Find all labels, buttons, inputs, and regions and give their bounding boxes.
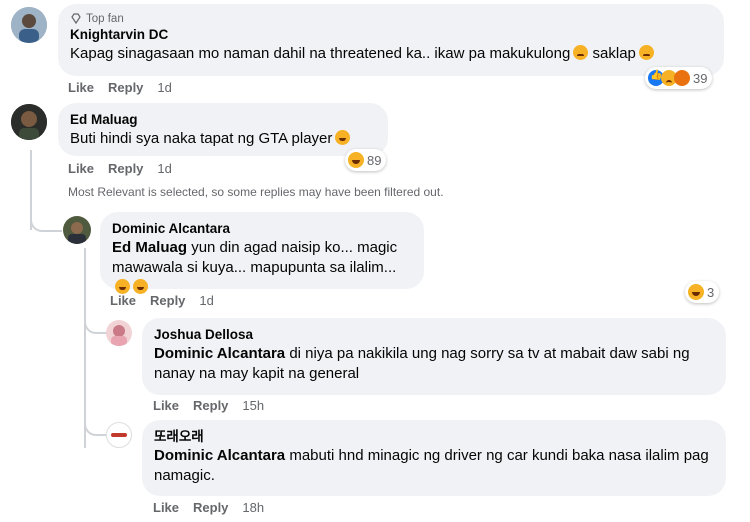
avatar[interactable] bbox=[106, 320, 132, 346]
avatar[interactable] bbox=[106, 422, 132, 448]
reaction-count: 39 bbox=[693, 70, 708, 86]
timestamp[interactable]: 18h bbox=[242, 500, 264, 515]
avatar[interactable] bbox=[11, 104, 47, 140]
reply-bubble: 또래오래 Dominic Alcantara mabuti hnd minagi… bbox=[142, 420, 726, 496]
diamond-icon bbox=[71, 13, 81, 25]
haha-reaction-icon bbox=[348, 152, 364, 168]
comment-bubble: Ed Maluag Buti hindi sya naka tapat ng G… bbox=[58, 103, 388, 156]
timestamp[interactable]: 15h bbox=[242, 398, 264, 413]
mention-link[interactable]: Dominic Alcantara bbox=[154, 345, 285, 362]
comment-bubble: Top fan Knightarvin DC Kapag sinagasaan … bbox=[58, 4, 724, 76]
sad-emoji-icon bbox=[638, 45, 654, 60]
avatar-photo-icon bbox=[106, 320, 132, 346]
reaction-summary[interactable]: 39 bbox=[645, 67, 713, 89]
like-button[interactable]: Like bbox=[153, 500, 179, 515]
comment-text-body: Buti hindi sya naka tapat ng GTA player bbox=[70, 130, 333, 147]
thread-connector bbox=[84, 318, 106, 334]
timestamp[interactable]: 1d bbox=[157, 161, 171, 176]
laughing-emoji-icon bbox=[335, 130, 351, 145]
reply-actions: Like Reply 18h bbox=[153, 500, 264, 515]
comment-text-body: Kapag sinagasaan mo naman dahil na threa… bbox=[70, 45, 571, 62]
like-button[interactable]: Like bbox=[153, 398, 179, 413]
reply-bubble: Joshua Dellosa Dominic Alcantara di niya… bbox=[142, 318, 726, 395]
reply-author[interactable]: Joshua Dellosa bbox=[154, 326, 714, 344]
badge-label: Top fan bbox=[86, 13, 124, 25]
mention-link[interactable]: Ed Maluag bbox=[112, 239, 187, 256]
reply-button[interactable]: Reply bbox=[193, 398, 228, 413]
reply-button[interactable]: Reply bbox=[150, 293, 185, 308]
laughing-emoji-icon bbox=[115, 279, 130, 294]
comment-author[interactable]: Ed Maluag bbox=[70, 111, 376, 129]
rofl-emoji-icon bbox=[133, 279, 148, 294]
avatar[interactable] bbox=[63, 216, 91, 244]
reply-button[interactable]: Reply bbox=[108, 80, 143, 95]
timestamp[interactable]: 1d bbox=[157, 80, 171, 95]
reply-text: Dominic Alcantara mabuti hnd minagic ng … bbox=[154, 446, 714, 486]
avatar-photo-icon bbox=[11, 104, 47, 140]
reply-author[interactable]: 또래오래 bbox=[154, 428, 714, 446]
mention-link[interactable]: Dominic Alcantara bbox=[154, 447, 285, 464]
reaction-summary[interactable]: 3 bbox=[685, 281, 720, 303]
reaction-count: 89 bbox=[367, 152, 382, 168]
like-button[interactable]: Like bbox=[68, 161, 94, 176]
haha-reaction-icon bbox=[688, 284, 704, 300]
sad-emoji-icon bbox=[573, 45, 589, 60]
filter-notice: Most Relevant is selected, so some repli… bbox=[68, 185, 444, 199]
thread-connector bbox=[84, 420, 106, 436]
comment-actions: Like Reply 1d bbox=[68, 161, 172, 176]
thread-line bbox=[84, 248, 86, 448]
reply-button[interactable]: Reply bbox=[108, 161, 143, 176]
brand-logo-icon bbox=[111, 433, 127, 437]
comment-author[interactable]: Knightarvin DC bbox=[70, 26, 712, 44]
reaction-count: 3 bbox=[707, 284, 715, 300]
reply-bubble: Dominic Alcantara Ed Maluag yun din agad… bbox=[100, 212, 424, 294]
reply-author[interactable]: Dominic Alcantara bbox=[112, 220, 412, 238]
reply-text: Ed Maluag yun din agad naisip ko... magi… bbox=[112, 238, 412, 298]
reply-text: Dominic Alcantara di niya pa nakikila un… bbox=[154, 344, 714, 384]
comment-actions: Like Reply 1d bbox=[68, 80, 172, 95]
comment-text: Kapag sinagasaan mo naman dahil na threa… bbox=[70, 44, 712, 64]
reply-button[interactable]: Reply bbox=[193, 500, 228, 515]
thread-connector bbox=[30, 206, 62, 232]
reaction-summary[interactable]: 89 bbox=[345, 149, 387, 171]
timestamp[interactable]: 1d bbox=[199, 293, 213, 308]
avatar[interactable] bbox=[11, 7, 47, 43]
like-button[interactable]: Like bbox=[68, 80, 94, 95]
comment-text-tail: saklap bbox=[592, 45, 636, 62]
like-button[interactable]: Like bbox=[110, 293, 136, 308]
reply-actions: Like Reply 1d bbox=[110, 293, 214, 308]
avatar-photo-icon bbox=[63, 216, 91, 244]
reply-actions: Like Reply 15h bbox=[153, 398, 264, 413]
comment-text: Buti hindi sya naka tapat ng GTA player bbox=[70, 129, 376, 149]
angry-reaction-icon bbox=[674, 70, 690, 86]
avatar-photo-icon bbox=[11, 7, 47, 43]
top-fan-badge: Top fan bbox=[70, 12, 712, 26]
